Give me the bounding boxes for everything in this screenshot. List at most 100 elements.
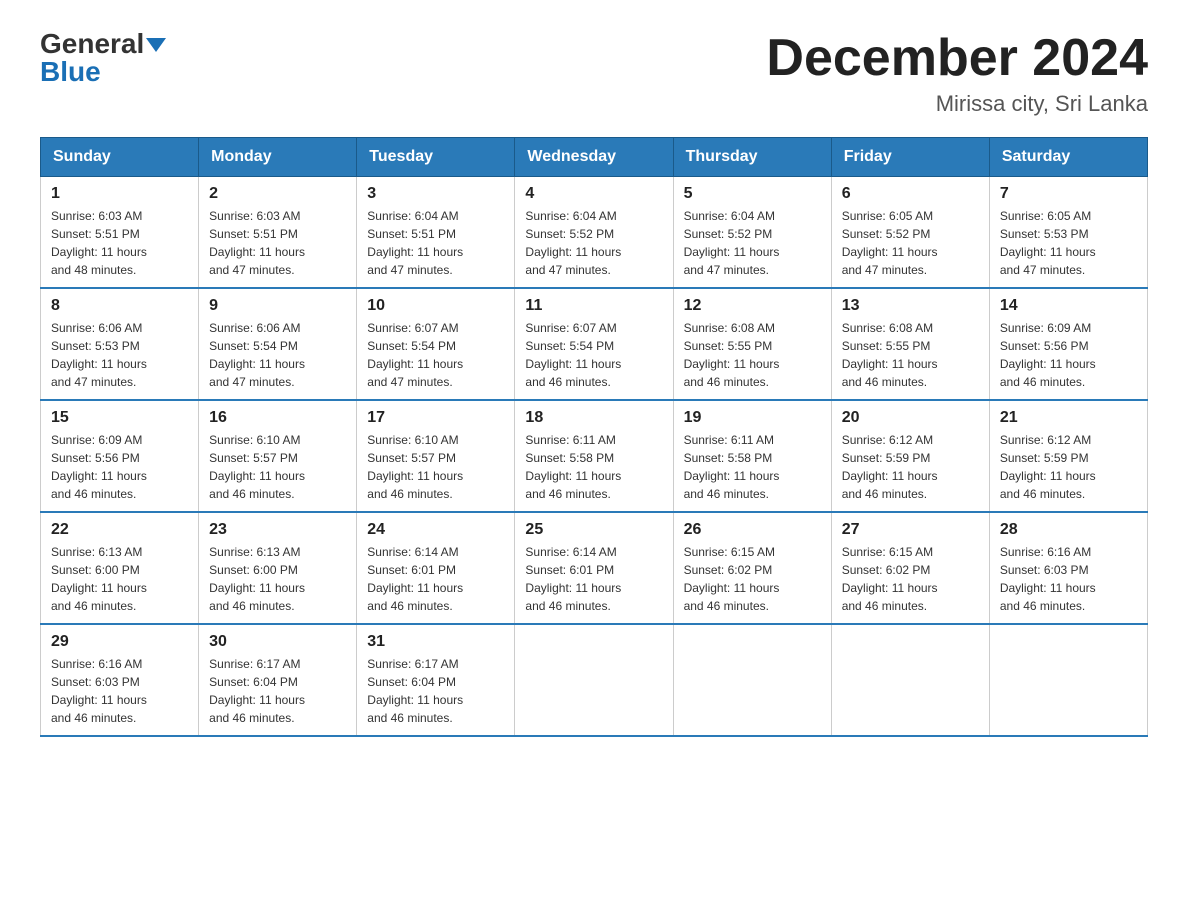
day-info: Sunrise: 6:15 AM Sunset: 6:02 PM Dayligh… bbox=[684, 543, 821, 615]
header-wednesday: Wednesday bbox=[515, 138, 673, 177]
calendar-cell bbox=[515, 624, 673, 736]
calendar-cell: 18 Sunrise: 6:11 AM Sunset: 5:58 PM Dayl… bbox=[515, 400, 673, 512]
calendar-cell: 31 Sunrise: 6:17 AM Sunset: 6:04 PM Dayl… bbox=[357, 624, 515, 736]
calendar-header-row: Sunday Monday Tuesday Wednesday Thursday… bbox=[41, 138, 1148, 177]
calendar-cell bbox=[831, 624, 989, 736]
calendar-cell: 3 Sunrise: 6:04 AM Sunset: 5:51 PM Dayli… bbox=[357, 177, 515, 289]
day-number: 15 bbox=[51, 409, 188, 427]
day-number: 4 bbox=[525, 185, 662, 203]
day-number: 20 bbox=[842, 409, 979, 427]
header-friday: Friday bbox=[831, 138, 989, 177]
calendar-cell: 30 Sunrise: 6:17 AM Sunset: 6:04 PM Dayl… bbox=[199, 624, 357, 736]
calendar-cell: 26 Sunrise: 6:15 AM Sunset: 6:02 PM Dayl… bbox=[673, 512, 831, 624]
day-number: 19 bbox=[684, 409, 821, 427]
logo-triangle-icon bbox=[146, 38, 166, 52]
day-info: Sunrise: 6:09 AM Sunset: 5:56 PM Dayligh… bbox=[1000, 319, 1137, 391]
day-info: Sunrise: 6:08 AM Sunset: 5:55 PM Dayligh… bbox=[842, 319, 979, 391]
day-info: Sunrise: 6:12 AM Sunset: 5:59 PM Dayligh… bbox=[842, 431, 979, 503]
day-number: 6 bbox=[842, 185, 979, 203]
calendar-cell: 9 Sunrise: 6:06 AM Sunset: 5:54 PM Dayli… bbox=[199, 288, 357, 400]
day-number: 5 bbox=[684, 185, 821, 203]
calendar-week-2: 8 Sunrise: 6:06 AM Sunset: 5:53 PM Dayli… bbox=[41, 288, 1148, 400]
calendar-cell: 27 Sunrise: 6:15 AM Sunset: 6:02 PM Dayl… bbox=[831, 512, 989, 624]
day-number: 23 bbox=[209, 521, 346, 539]
day-info: Sunrise: 6:05 AM Sunset: 5:52 PM Dayligh… bbox=[842, 207, 979, 279]
day-info: Sunrise: 6:04 AM Sunset: 5:52 PM Dayligh… bbox=[525, 207, 662, 279]
calendar-cell: 7 Sunrise: 6:05 AM Sunset: 5:53 PM Dayli… bbox=[989, 177, 1147, 289]
calendar-week-5: 29 Sunrise: 6:16 AM Sunset: 6:03 PM Dayl… bbox=[41, 624, 1148, 736]
day-number: 17 bbox=[367, 409, 504, 427]
calendar-cell: 20 Sunrise: 6:12 AM Sunset: 5:59 PM Dayl… bbox=[831, 400, 989, 512]
day-number: 25 bbox=[525, 521, 662, 539]
day-info: Sunrise: 6:07 AM Sunset: 5:54 PM Dayligh… bbox=[525, 319, 662, 391]
day-number: 27 bbox=[842, 521, 979, 539]
calendar-cell: 4 Sunrise: 6:04 AM Sunset: 5:52 PM Dayli… bbox=[515, 177, 673, 289]
day-number: 7 bbox=[1000, 185, 1137, 203]
calendar-table: Sunday Monday Tuesday Wednesday Thursday… bbox=[40, 137, 1148, 737]
day-info: Sunrise: 6:10 AM Sunset: 5:57 PM Dayligh… bbox=[209, 431, 346, 503]
day-number: 28 bbox=[1000, 521, 1137, 539]
day-info: Sunrise: 6:16 AM Sunset: 6:03 PM Dayligh… bbox=[51, 655, 188, 727]
calendar-cell: 22 Sunrise: 6:13 AM Sunset: 6:00 PM Dayl… bbox=[41, 512, 199, 624]
calendar-cell: 1 Sunrise: 6:03 AM Sunset: 5:51 PM Dayli… bbox=[41, 177, 199, 289]
day-number: 13 bbox=[842, 297, 979, 315]
calendar-week-3: 15 Sunrise: 6:09 AM Sunset: 5:56 PM Dayl… bbox=[41, 400, 1148, 512]
header-thursday: Thursday bbox=[673, 138, 831, 177]
calendar-cell: 29 Sunrise: 6:16 AM Sunset: 6:03 PM Dayl… bbox=[41, 624, 199, 736]
day-info: Sunrise: 6:06 AM Sunset: 5:54 PM Dayligh… bbox=[209, 319, 346, 391]
day-info: Sunrise: 6:17 AM Sunset: 6:04 PM Dayligh… bbox=[209, 655, 346, 727]
day-info: Sunrise: 6:13 AM Sunset: 6:00 PM Dayligh… bbox=[209, 543, 346, 615]
day-number: 10 bbox=[367, 297, 504, 315]
day-info: Sunrise: 6:03 AM Sunset: 5:51 PM Dayligh… bbox=[51, 207, 188, 279]
day-info: Sunrise: 6:11 AM Sunset: 5:58 PM Dayligh… bbox=[525, 431, 662, 503]
calendar-cell: 23 Sunrise: 6:13 AM Sunset: 6:00 PM Dayl… bbox=[199, 512, 357, 624]
day-info: Sunrise: 6:14 AM Sunset: 6:01 PM Dayligh… bbox=[367, 543, 504, 615]
day-info: Sunrise: 6:15 AM Sunset: 6:02 PM Dayligh… bbox=[842, 543, 979, 615]
calendar-cell: 6 Sunrise: 6:05 AM Sunset: 5:52 PM Dayli… bbox=[831, 177, 989, 289]
day-info: Sunrise: 6:04 AM Sunset: 5:51 PM Dayligh… bbox=[367, 207, 504, 279]
day-info: Sunrise: 6:17 AM Sunset: 6:04 PM Dayligh… bbox=[367, 655, 504, 727]
day-number: 18 bbox=[525, 409, 662, 427]
day-number: 12 bbox=[684, 297, 821, 315]
day-info: Sunrise: 6:10 AM Sunset: 5:57 PM Dayligh… bbox=[367, 431, 504, 503]
calendar-cell: 14 Sunrise: 6:09 AM Sunset: 5:56 PM Dayl… bbox=[989, 288, 1147, 400]
day-number: 31 bbox=[367, 633, 504, 651]
logo: General Blue bbox=[40, 30, 166, 86]
page-header: General Blue December 2024 Mirissa city,… bbox=[40, 30, 1148, 117]
day-info: Sunrise: 6:06 AM Sunset: 5:53 PM Dayligh… bbox=[51, 319, 188, 391]
day-number: 2 bbox=[209, 185, 346, 203]
day-info: Sunrise: 6:07 AM Sunset: 5:54 PM Dayligh… bbox=[367, 319, 504, 391]
day-info: Sunrise: 6:04 AM Sunset: 5:52 PM Dayligh… bbox=[684, 207, 821, 279]
title-area: December 2024 Mirissa city, Sri Lanka bbox=[766, 30, 1148, 117]
header-sunday: Sunday bbox=[41, 138, 199, 177]
day-number: 22 bbox=[51, 521, 188, 539]
calendar-cell: 17 Sunrise: 6:10 AM Sunset: 5:57 PM Dayl… bbox=[357, 400, 515, 512]
calendar-cell: 28 Sunrise: 6:16 AM Sunset: 6:03 PM Dayl… bbox=[989, 512, 1147, 624]
calendar-week-1: 1 Sunrise: 6:03 AM Sunset: 5:51 PM Dayli… bbox=[41, 177, 1148, 289]
day-number: 30 bbox=[209, 633, 346, 651]
day-number: 29 bbox=[51, 633, 188, 651]
day-number: 11 bbox=[525, 297, 662, 315]
logo-general: General bbox=[40, 28, 144, 59]
calendar-cell: 11 Sunrise: 6:07 AM Sunset: 5:54 PM Dayl… bbox=[515, 288, 673, 400]
calendar-cell: 16 Sunrise: 6:10 AM Sunset: 5:57 PM Dayl… bbox=[199, 400, 357, 512]
day-info: Sunrise: 6:13 AM Sunset: 6:00 PM Dayligh… bbox=[51, 543, 188, 615]
location-subtitle: Mirissa city, Sri Lanka bbox=[766, 91, 1148, 117]
day-number: 26 bbox=[684, 521, 821, 539]
calendar-cell: 12 Sunrise: 6:08 AM Sunset: 5:55 PM Dayl… bbox=[673, 288, 831, 400]
day-number: 3 bbox=[367, 185, 504, 203]
day-number: 14 bbox=[1000, 297, 1137, 315]
calendar-cell: 15 Sunrise: 6:09 AM Sunset: 5:56 PM Dayl… bbox=[41, 400, 199, 512]
logo-blue: Blue bbox=[40, 56, 101, 87]
calendar-cell: 8 Sunrise: 6:06 AM Sunset: 5:53 PM Dayli… bbox=[41, 288, 199, 400]
day-number: 8 bbox=[51, 297, 188, 315]
day-number: 1 bbox=[51, 185, 188, 203]
header-tuesday: Tuesday bbox=[357, 138, 515, 177]
calendar-cell: 25 Sunrise: 6:14 AM Sunset: 6:01 PM Dayl… bbox=[515, 512, 673, 624]
day-info: Sunrise: 6:12 AM Sunset: 5:59 PM Dayligh… bbox=[1000, 431, 1137, 503]
header-saturday: Saturday bbox=[989, 138, 1147, 177]
month-year-title: December 2024 bbox=[766, 30, 1148, 87]
logo-text: General bbox=[40, 30, 166, 58]
calendar-cell: 21 Sunrise: 6:12 AM Sunset: 5:59 PM Dayl… bbox=[989, 400, 1147, 512]
calendar-cell: 24 Sunrise: 6:14 AM Sunset: 6:01 PM Dayl… bbox=[357, 512, 515, 624]
